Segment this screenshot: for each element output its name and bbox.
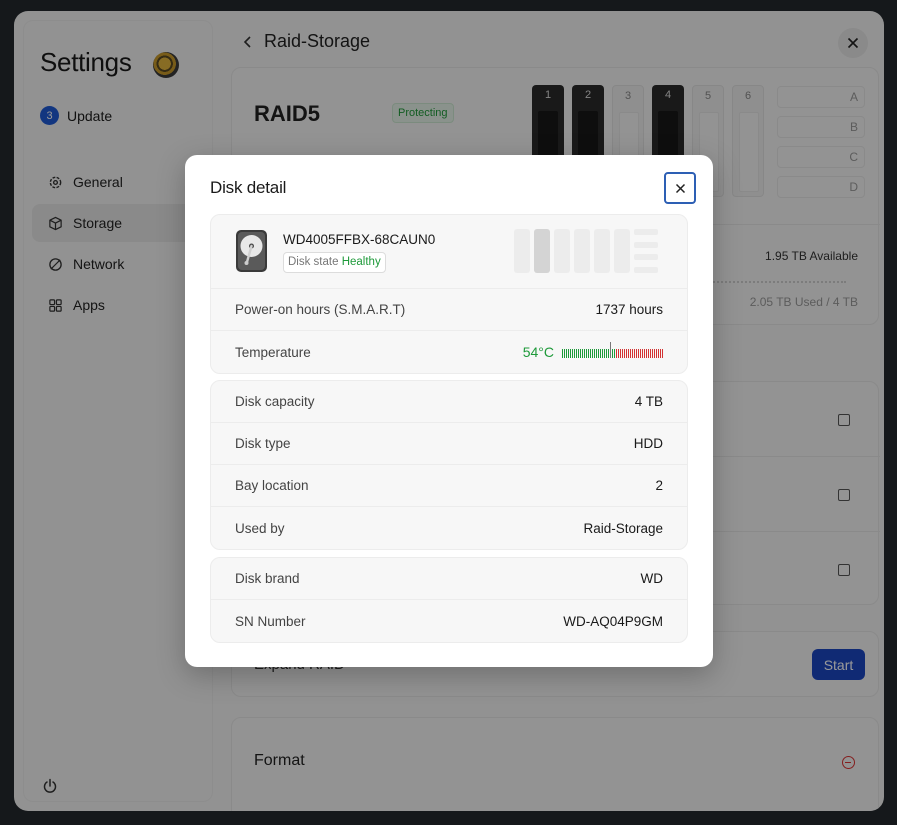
gauge-tick xyxy=(606,349,607,358)
gauge-tick xyxy=(594,349,595,358)
gauge-tick xyxy=(640,349,641,358)
disk-specs-group: Disk capacity 4 TB Disk type HDD Bay loc… xyxy=(210,380,688,550)
power-on-hours-row: Power-on hours (S.M.A.R.T) 1737 hours xyxy=(211,289,687,331)
temperature-row: Temperature 54°C xyxy=(211,331,687,373)
gauge-tick xyxy=(600,349,601,358)
disk-state-label: Disk state xyxy=(288,256,339,268)
gauge-tick xyxy=(654,349,655,358)
detail-value: WD-AQ04P9GM xyxy=(563,613,663,629)
disk-health-group: WD4005FFBX-68CAUN0 Disk state Healthy Po… xyxy=(210,214,688,374)
temperature-display: 54°C xyxy=(522,342,663,360)
detail-row: Disk type HDD xyxy=(211,423,687,465)
gauge-tick xyxy=(596,349,597,358)
gauge-needle xyxy=(610,342,611,358)
gauge-tick xyxy=(642,349,643,358)
gauge-tick xyxy=(580,349,581,358)
detail-key: Disk capacity xyxy=(235,394,315,409)
gauge-tick xyxy=(590,349,591,358)
detail-row: Bay location 2 xyxy=(211,465,687,507)
mini-bay-selected xyxy=(534,229,550,273)
disk-state-badge: Disk state Healthy xyxy=(283,252,386,273)
disk-header: WD4005FFBX-68CAUN0 Disk state Healthy xyxy=(211,215,687,289)
temperature-label: Temperature xyxy=(235,344,311,360)
gauge-tick xyxy=(562,349,563,358)
gauge-tick xyxy=(656,349,657,358)
gauge-tick xyxy=(644,349,645,358)
gauge-tick xyxy=(578,349,579,358)
detail-key: SN Number xyxy=(235,613,306,629)
mini-bay xyxy=(574,229,590,273)
gauge-tick xyxy=(576,349,577,358)
gauge-tick xyxy=(592,349,593,358)
hard-drive-icon xyxy=(236,230,267,272)
gauge-tick xyxy=(584,349,585,358)
temperature-gauge xyxy=(562,342,663,358)
dialog-close-button[interactable] xyxy=(664,172,696,204)
detail-key: Used by xyxy=(235,520,285,536)
gauge-tick xyxy=(638,349,639,358)
gauge-tick xyxy=(582,349,583,358)
gauge-tick xyxy=(636,349,637,358)
gauge-tick xyxy=(566,349,567,358)
gauge-tick xyxy=(570,349,571,358)
mini-bay xyxy=(614,229,630,273)
gauge-tick xyxy=(612,349,613,358)
detail-key: Bay location xyxy=(235,478,309,493)
detail-key: Disk type xyxy=(235,436,291,451)
gauge-tick xyxy=(650,349,651,358)
mini-bay xyxy=(514,229,530,273)
disk-identity-group: Disk brand WD SN Number WD-AQ04P9GM xyxy=(210,557,688,643)
gauge-tick xyxy=(586,349,587,358)
detail-value: WD xyxy=(640,571,664,586)
power-on-hours-value: 1737 hours xyxy=(595,302,663,317)
close-icon xyxy=(675,183,685,193)
mini-bay-lines xyxy=(634,229,658,273)
dialog-title: Disk detail xyxy=(210,178,287,197)
gauge-tick xyxy=(646,349,647,358)
detail-value: 4 TB xyxy=(634,394,663,409)
detail-value: 2 xyxy=(655,478,663,493)
gauge-tick xyxy=(632,349,633,358)
detail-row: SN Number WD-AQ04P9GM xyxy=(211,600,687,642)
disk-model: WD4005FFBX-68CAUN0 xyxy=(283,232,436,247)
gauge-tick xyxy=(626,349,627,358)
gauge-tick xyxy=(620,349,621,358)
gauge-tick xyxy=(662,349,663,358)
disk-state-value: Healthy xyxy=(341,256,381,268)
gauge-tick xyxy=(616,349,617,358)
gauge-tick xyxy=(572,349,573,358)
power-on-hours-label: Power-on hours (S.M.A.R.T) xyxy=(235,302,406,317)
gauge-tick xyxy=(628,349,629,358)
gauge-tick xyxy=(630,349,631,358)
detail-row: Disk brand WD xyxy=(211,558,687,600)
mini-bay xyxy=(554,229,570,273)
detail-value: HDD xyxy=(633,436,663,451)
gauge-tick xyxy=(634,349,635,358)
gauge-tick xyxy=(574,349,575,358)
gauge-tick xyxy=(660,349,661,358)
gauge-tick xyxy=(608,349,609,358)
disk-detail-dialog: Disk detail WD4005FFBX-68CAUN0 Disk stat… xyxy=(185,155,713,667)
gauge-tick xyxy=(622,349,623,358)
gauge-tick xyxy=(652,349,653,358)
gauge-tick xyxy=(614,349,615,358)
gauge-tick xyxy=(568,349,569,358)
detail-key: Disk brand xyxy=(235,571,300,586)
gauge-tick xyxy=(588,349,589,358)
bay-location-diagram xyxy=(514,229,658,273)
gauge-tick xyxy=(604,349,605,358)
mini-bay xyxy=(594,229,610,273)
gauge-tick xyxy=(602,349,603,358)
detail-row: Used by Raid-Storage xyxy=(211,507,687,549)
detail-value: Raid-Storage xyxy=(583,520,663,536)
temperature-value: 54°C xyxy=(522,344,554,360)
gauge-tick xyxy=(618,349,619,358)
gauge-tick xyxy=(648,349,649,358)
gauge-tick xyxy=(598,349,599,358)
detail-row: Disk capacity 4 TB xyxy=(211,381,687,423)
gauge-tick xyxy=(658,349,659,358)
gauge-tick xyxy=(624,349,625,358)
gauge-tick xyxy=(564,349,565,358)
